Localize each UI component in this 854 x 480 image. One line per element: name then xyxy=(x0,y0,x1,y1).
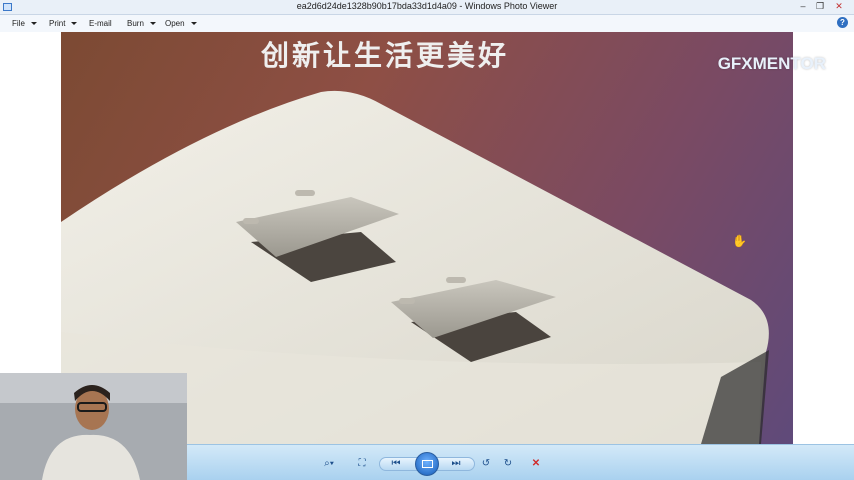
menu-print[interactable]: Print xyxy=(49,19,78,28)
slideshow-screen xyxy=(422,460,433,468)
gfxmentor-logo: GFXMENTOR xyxy=(717,54,826,73)
presenter-video xyxy=(0,373,187,480)
rotate-ccw-icon[interactable]: ↺ xyxy=(479,457,493,471)
previous-icon[interactable]: ⏮ xyxy=(389,457,403,471)
next-icon[interactable]: ⏭ xyxy=(449,457,463,471)
menu-open[interactable]: Open xyxy=(165,19,197,28)
menu-email-label: E-mail xyxy=(89,19,112,28)
help-icon[interactable]: ? xyxy=(837,17,848,28)
menu-print-label: Print xyxy=(49,19,66,28)
restore-button[interactable]: ❐ xyxy=(811,0,829,13)
chevron-down-icon xyxy=(71,22,78,26)
webcam-overlay xyxy=(0,373,187,480)
search-icon[interactable]: ⌕▾ xyxy=(319,457,339,471)
title-bar: ea2d6d24de1328b90b17bda33d1d4a09 - Windo… xyxy=(0,0,854,15)
close-window-button[interactable]: ✕ xyxy=(830,0,848,13)
menu-email[interactable]: E-mail xyxy=(89,19,112,28)
chevron-down-icon xyxy=(149,22,156,26)
rotate-cw-icon[interactable]: ↻ xyxy=(501,457,515,471)
chevron-down-icon xyxy=(190,22,197,26)
hand-cursor-icon: ✋ xyxy=(732,234,747,248)
menu-file-label: File xyxy=(12,19,25,28)
fit-window-icon[interactable]: ⛶ xyxy=(355,457,369,471)
menu-open-label: Open xyxy=(165,19,185,28)
minimize-button[interactable]: – xyxy=(794,0,812,13)
menu-burn-label: Burn xyxy=(127,19,144,28)
window-title: ea2d6d24de1328b90b17bda33d1d4a09 - Windo… xyxy=(296,1,558,11)
delete-icon[interactable]: ✕ xyxy=(529,457,543,471)
slideshow-icon[interactable] xyxy=(415,452,439,476)
menu-file[interactable]: File xyxy=(12,19,37,28)
menu-bar: File Print E-mail Burn Open ? xyxy=(0,15,854,32)
menu-burn[interactable]: Burn xyxy=(127,19,156,28)
bottom-toolbar: ⌕▾ ⛶ ⏮ ⏭ ↺ ↻ ✕ xyxy=(187,444,854,480)
chevron-down-icon xyxy=(30,22,37,26)
